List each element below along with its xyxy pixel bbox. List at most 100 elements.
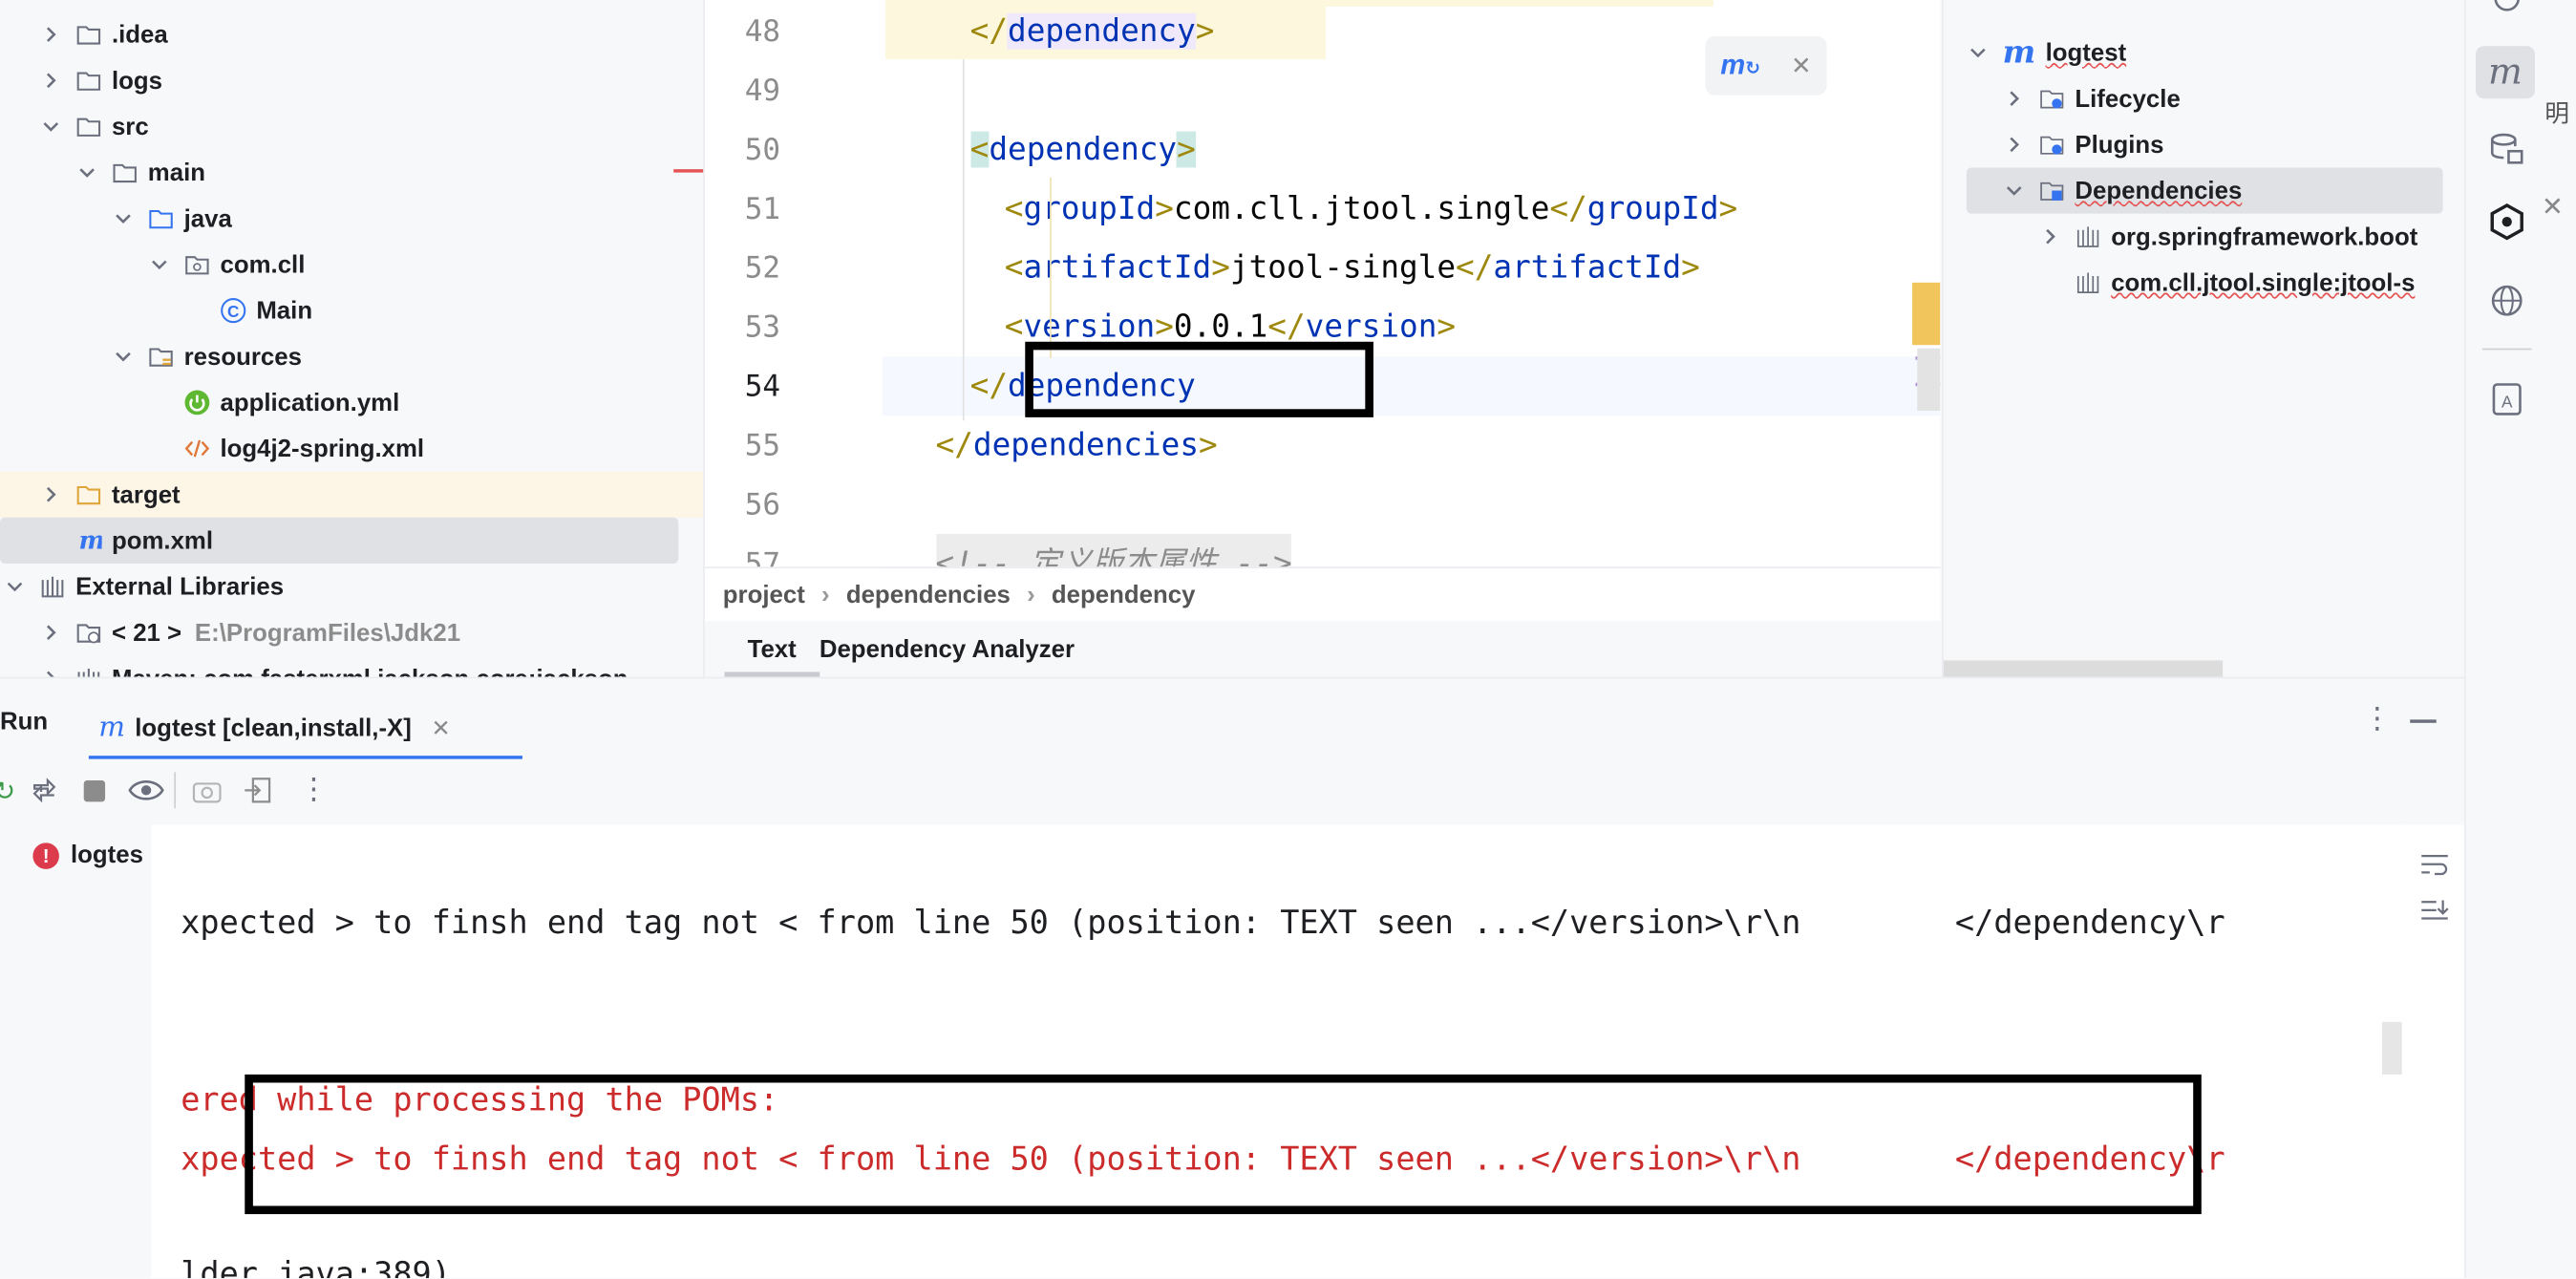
more-options-icon[interactable]: ⋮ [2362, 701, 2392, 735]
stop-icon[interactable] [83, 780, 106, 802]
editor-bottom-tabs: Text Dependency Analyzer [704, 621, 1941, 677]
tree-item[interactable]: log4j2-spring.xml [0, 425, 703, 471]
code-token: </ [969, 12, 1009, 50]
tree-item[interactable]: m pom.xml [0, 517, 679, 564]
chevron-right-icon[interactable] [43, 73, 59, 89]
close-icon[interactable]: ✕ [432, 714, 451, 741]
tree-item[interactable]: < 21 > E:\ProgramFiles\Jdk21 [0, 609, 703, 655]
line-number: 51 [744, 192, 780, 227]
tab-dependency-analyzer[interactable]: Dependency Analyzer [820, 621, 1075, 676]
scroll-thumb[interactable] [1917, 348, 1941, 411]
camera-icon[interactable] [192, 778, 222, 812]
tree-item[interactable]: src [0, 103, 703, 149]
chevron-right-icon[interactable] [43, 486, 59, 502]
console-line: xpected > to finsh end tag not < from li… [181, 904, 2225, 942]
more-options-icon[interactable]: ⋮ [299, 772, 329, 806]
maven-reload-popup[interactable]: m↻ ✕ [1705, 35, 1827, 96]
chevron-right-icon[interactable] [2006, 91, 2022, 107]
login-icon[interactable] [244, 776, 273, 814]
lifecycle-folder-icon [2039, 85, 2066, 112]
rerun-icon[interactable]: ↻ [0, 776, 15, 808]
library-icon [2075, 269, 2101, 296]
chevron-right-icon[interactable] [43, 625, 59, 641]
tree-item-label: pom.xml [111, 526, 214, 555]
chevron-down-icon[interactable] [115, 349, 131, 365]
run-tree-item[interactable]: ! logtes [32, 842, 143, 869]
chevron-right-icon[interactable] [43, 27, 59, 43]
maven-hscrollbar[interactable] [1943, 660, 2224, 677]
tree-item[interactable]: .idea [0, 11, 703, 57]
code-token: > [1199, 427, 1218, 464]
code-token: </ [1549, 190, 1587, 227]
package-icon [184, 251, 211, 278]
minimize-icon[interactable] [2410, 719, 2437, 723]
soft-wrap-icon[interactable] [2420, 851, 2450, 885]
maven-toolbar-fragment [1960, 0, 2387, 7]
chevron-down-icon[interactable] [79, 164, 96, 181]
tree-item[interactable]: target [0, 471, 704, 518]
code-token: artifactId [1493, 249, 1682, 287]
tree-item[interactable]: logs [0, 57, 703, 103]
run-panel-header: Run m logtest [clean,install,-X] ✕ ⋮ [0, 676, 2464, 761]
chevron-down-icon[interactable] [151, 256, 167, 272]
globe-icon[interactable] [2485, 279, 2528, 322]
maven-dep-spring[interactable]: org.springframework.boot [2042, 214, 2417, 260]
database-icon[interactable] [2485, 128, 2528, 171]
maven-reload-icon[interactable]: m↻ [1720, 50, 1760, 82]
maven-node-dependencies[interactable]: Dependencies [2006, 167, 2242, 213]
tree-item-label: Maven: com.fasterxml.jackson.core:jackso… [112, 665, 628, 677]
breadcrumb: project › dependencies › dependency [704, 566, 1941, 623]
code-token: < [1004, 190, 1024, 227]
breadcrumb-dependency[interactable]: dependency [1052, 582, 1196, 609]
run-label[interactable]: Run [0, 708, 48, 735]
chevron-down-icon[interactable] [2006, 182, 2022, 199]
maven-dep-label: org.springframework.boot [2111, 223, 2418, 251]
tree-item[interactable]: External Libraries [0, 564, 703, 609]
editor-highlight-48b [1326, 0, 1714, 7]
tree-item[interactable]: resources [0, 333, 703, 379]
tree-item[interactable]: java [0, 196, 703, 242]
eye-icon[interactable] [128, 776, 164, 814]
console-output[interactable]: xpected > to finsh end tag not < from li… [151, 824, 2402, 1279]
ai-assistant-icon[interactable] [2485, 201, 2528, 244]
class-icon: C [220, 297, 246, 324]
maven-icon[interactable]: m [2476, 46, 2535, 99]
tree-item[interactable]: com.cll [0, 242, 703, 288]
scroll-to-end-icon[interactable] [2420, 897, 2450, 931]
breadcrumb-project[interactable]: project [723, 582, 805, 609]
code-editor[interactable]: 48 49 50 51 52 53 54 55 56 57 </dependency> <depen… [704, 0, 1941, 567]
chevron-right-icon[interactable] [2006, 137, 2022, 153]
notification-icon[interactable] [2485, 0, 2528, 20]
maven-dep-jtool[interactable]: com.cll.jtool.single:jtool-s [2042, 260, 2415, 306]
close-icon[interactable]: ✕ [2542, 191, 2564, 224]
code-line: </dependencies> [936, 416, 1218, 475]
tree-item[interactable]: Maven: com.fasterxml.jackson.core:jackso… [0, 655, 703, 677]
console-scroll-thumb[interactable] [2382, 1021, 2402, 1075]
chevron-down-icon[interactable] [115, 210, 131, 226]
tree-item[interactable]: application.yml [0, 379, 703, 425]
code-token: artifactId [1023, 249, 1212, 287]
chevron-right-icon: › [821, 581, 830, 610]
maven-node-lifecycle[interactable]: Lifecycle [2006, 75, 2181, 121]
rerun-failed-icon[interactable] [30, 776, 59, 814]
tree-item-label: resources [183, 342, 302, 371]
chevron-down-icon[interactable] [1969, 44, 1986, 60]
maven-project-logtest[interactable]: m logtest [1969, 30, 2126, 75]
library-icon [75, 666, 102, 677]
chevron-right-icon[interactable] [2042, 228, 2058, 245]
run-tab-logtest[interactable]: m logtest [clean,install,-X] ✕ [88, 695, 522, 761]
breadcrumb-dependencies[interactable]: dependencies [846, 582, 1011, 609]
chevron-down-icon[interactable] [7, 578, 23, 594]
maven-node-plugins[interactable]: Plugins [2006, 121, 2164, 167]
folder-icon [75, 68, 102, 95]
tree-item[interactable]: main [0, 150, 703, 196]
chevron-right-icon[interactable] [43, 671, 59, 677]
code-token: dependency [989, 131, 1178, 168]
close-icon[interactable]: ✕ [1791, 51, 1812, 80]
tab-text[interactable]: Text [724, 621, 820, 677]
chevron-down-icon[interactable] [43, 118, 59, 135]
strip-divider [2481, 348, 2532, 351]
tree-scroll-marker [673, 169, 704, 173]
translate-icon[interactable]: A [2485, 378, 2528, 421]
tree-item[interactable]: C Main [0, 288, 703, 333]
